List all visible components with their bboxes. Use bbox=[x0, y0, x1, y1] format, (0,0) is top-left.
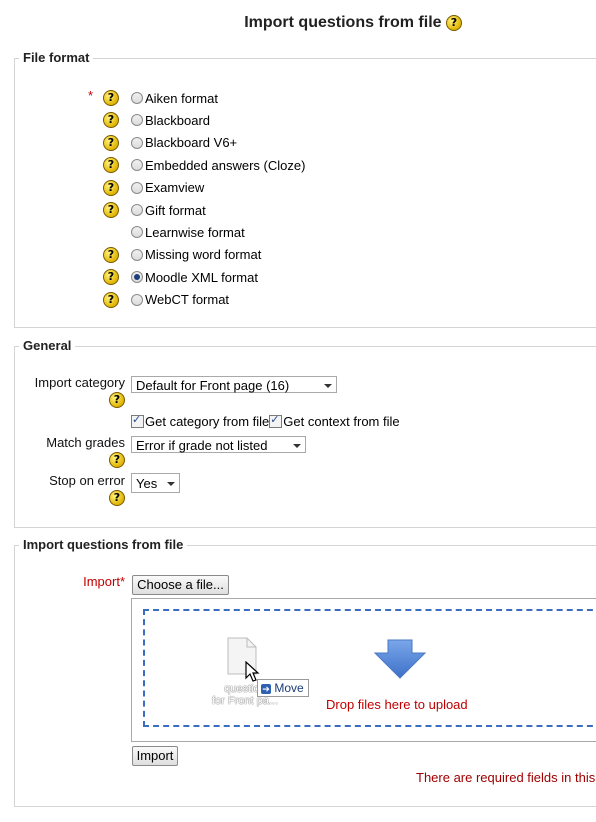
file-format-radio[interactable] bbox=[131, 92, 143, 104]
file-format-option[interactable]: Blackboard bbox=[131, 110, 210, 130]
file-format-fieldset: File format *? Aiken format? Blackboard? Bl… bbox=[14, 50, 596, 328]
file-format-option[interactable]: Missing word format bbox=[131, 245, 261, 265]
help-icon[interactable]: ? bbox=[109, 452, 125, 468]
file-format-label: Aiken format bbox=[145, 90, 218, 106]
file-format-legend: File format bbox=[19, 50, 94, 65]
help-icon[interactable]: ? bbox=[446, 14, 462, 31]
help-icon[interactable]: ? bbox=[103, 134, 119, 151]
match-grades-select[interactable]: Error if grade not listed bbox=[131, 436, 306, 453]
file-format-option[interactable]: Examview bbox=[131, 178, 204, 198]
import-label: Import* bbox=[83, 574, 125, 589]
file-format-radio[interactable] bbox=[131, 248, 143, 261]
match-grades-label: Match grades ? bbox=[46, 435, 125, 468]
page-title: Import questions from file ? bbox=[0, 14, 596, 32]
file-format-option[interactable]: Moodle XML format bbox=[131, 267, 258, 287]
file-format-option[interactable]: WebCT format bbox=[131, 290, 229, 310]
file-format-label: Examview bbox=[145, 180, 205, 196]
import-category-select[interactable]: Default for Front page (16) bbox=[131, 376, 337, 393]
required-mark: * bbox=[88, 88, 94, 103]
chevron-down-icon bbox=[167, 482, 175, 486]
file-format-option[interactable]: Gift format bbox=[131, 200, 206, 220]
chevron-down-icon bbox=[293, 444, 301, 448]
help-icon[interactable]: ? bbox=[103, 202, 119, 218]
file-format-label: Moodle XML format bbox=[145, 269, 258, 285]
file-format-radio[interactable] bbox=[131, 114, 143, 127]
general-fieldset: General Import category ? Default for Fr… bbox=[14, 338, 596, 528]
general-legend: General bbox=[19, 338, 76, 353]
file-format-option[interactable]: Learnwise format bbox=[131, 222, 245, 242]
file-format-option[interactable]: Aiken format bbox=[131, 88, 218, 108]
help-icon[interactable]: ? bbox=[109, 392, 125, 408]
help-icon[interactable]: ? bbox=[103, 157, 119, 174]
file-format-label: Blackboard V6+ bbox=[145, 135, 238, 151]
help-icon[interactable]: ? bbox=[103, 269, 119, 286]
get-context-label: Get context from file bbox=[283, 413, 400, 429]
import-file-legend: Import questions from file bbox=[19, 537, 188, 552]
filemanager-box: question for Front pa... ➔ Move Drop fil… bbox=[131, 598, 596, 742]
import-button[interactable]: Import bbox=[132, 746, 178, 766]
required-fields-notice: There are required fields in this bbox=[416, 770, 596, 785]
file-format-label: WebCT format bbox=[145, 292, 230, 308]
file-format-label: Missing word format bbox=[145, 247, 262, 263]
get-category-checkbox[interactable] bbox=[131, 413, 144, 428]
help-icon[interactable]: ? bbox=[103, 291, 119, 308]
import-file-fieldset: Import questions from file Import* Choos… bbox=[14, 537, 596, 807]
file-format-label: Blackboard bbox=[145, 112, 211, 128]
file-format-option[interactable]: Blackboard V6+ bbox=[131, 133, 237, 153]
import-category-label: Import category ? bbox=[34, 375, 125, 408]
file-format-radio[interactable] bbox=[131, 181, 143, 194]
choose-file-button[interactable]: Choose a file... bbox=[132, 575, 229, 595]
file-format-radio[interactable] bbox=[131, 136, 143, 149]
file-format-radio[interactable] bbox=[131, 271, 143, 284]
required-mark: * bbox=[119, 574, 125, 589]
file-format-label: Gift format bbox=[145, 202, 206, 218]
file-format-option[interactable]: Embedded answers (Cloze) bbox=[131, 155, 305, 175]
help-icon[interactable]: ? bbox=[109, 490, 125, 506]
file-format-label: Embedded answers (Cloze) bbox=[145, 157, 306, 173]
stop-on-error-label: Stop on error ? bbox=[49, 473, 125, 506]
help-icon[interactable]: ? bbox=[103, 90, 119, 106]
get-category-label: Get category from file bbox=[145, 413, 270, 429]
file-format-radio[interactable] bbox=[131, 204, 143, 216]
help-icon[interactable]: ? bbox=[103, 246, 119, 263]
get-context-checkbox[interactable] bbox=[269, 413, 283, 428]
file-format-radio[interactable] bbox=[131, 226, 143, 239]
move-arrow-icon: ➔ bbox=[261, 683, 271, 694]
arrow-down-icon bbox=[373, 639, 427, 682]
get-category-row: Get category from file Get context from … bbox=[131, 411, 400, 431]
file-format-label: Learnwise format bbox=[145, 224, 245, 240]
drop-text: Drop files here to upload bbox=[326, 697, 468, 712]
move-tooltip: ➔ Move bbox=[257, 679, 309, 697]
stop-on-error-select[interactable]: Yes bbox=[131, 473, 180, 493]
chevron-down-icon bbox=[324, 384, 332, 388]
drop-zone[interactable]: question for Front pa... ➔ Move Drop fil… bbox=[143, 609, 596, 727]
help-icon[interactable]: ? bbox=[103, 112, 119, 129]
file-format-radio[interactable] bbox=[131, 159, 143, 172]
help-icon[interactable]: ? bbox=[103, 179, 119, 196]
file-format-radio[interactable] bbox=[131, 293, 143, 306]
